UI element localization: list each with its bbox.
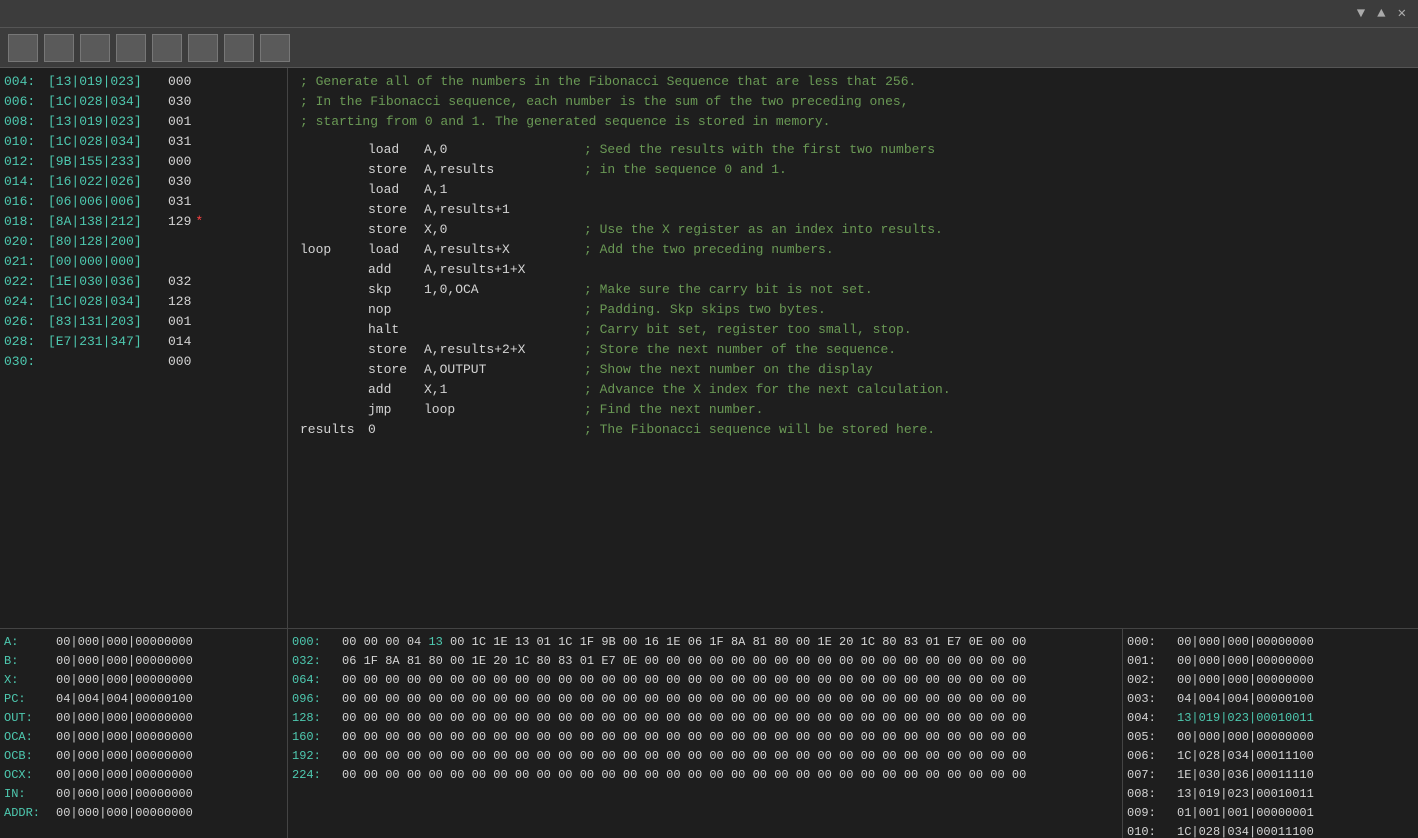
memory-row: 160: 00 00 00 00 00 00 00 00 00 00 00 00… (292, 728, 1118, 747)
code-line: storeX,0; Use the X register as an index… (296, 220, 1410, 240)
step-button[interactable] (224, 34, 254, 62)
disasm-row: 021:[00|000|000] (0, 252, 287, 272)
right-panel-row: 003: 04|004|004|00000100 (1127, 690, 1414, 709)
title-bar: ▼ ▲ ✕ (0, 0, 1418, 28)
right-panel-row: 007: 1E|030|036|00011110 (1127, 766, 1414, 785)
register-row: OCB:00|000|000|00000000 (4, 747, 283, 766)
disasm-row: 018:[8A|138|212] 129* (0, 212, 287, 232)
comment-line: ; Generate all of the numbers in the Fib… (296, 72, 1410, 92)
register-row: IN:00|000|000|00000000 (4, 785, 283, 804)
code-line: halt; Carry bit set, register too small,… (296, 320, 1410, 340)
register-row: ADDR:00|000|000|00000000 (4, 804, 283, 823)
disassembly-panel[interactable]: 004:[13|019|023] 000006:[1C|028|034] 030… (0, 68, 288, 628)
disasm-row: 016:[06|006|006] 031 (0, 192, 287, 212)
disasm-row: 012:[9B|155|233] 000 (0, 152, 287, 172)
registers-panel: A:00|000|000|00000000B:00|000|000|000000… (0, 629, 288, 838)
code-line: jmploop; Find the next number. (296, 400, 1410, 420)
right-panel-row: 004: 13|019|023|00010011 (1127, 709, 1414, 728)
disasm-row: 004:[13|019|023] 000 (0, 72, 287, 92)
register-row: B:00|000|000|00000000 (4, 652, 283, 671)
bottom-area: A:00|000|000|00000000B:00|000|000|000000… (0, 628, 1418, 838)
register-row: A:00|000|000|00000000 (4, 633, 283, 652)
disasm-row: 022:[1E|030|036] 032 (0, 272, 287, 292)
right-panel-row: 001: 00|000|000|00000000 (1127, 652, 1414, 671)
register-row: PC:04|004|004|00000100 (4, 690, 283, 709)
comment-line: ; starting from 0 and 1. The generated s… (296, 112, 1410, 132)
disasm-row: 020:[80|128|200] (0, 232, 287, 252)
memory-row: 192: 00 00 00 00 00 00 00 00 00 00 00 00… (292, 747, 1118, 766)
register-row: OUT:00|000|000|00000000 (4, 709, 283, 728)
disasm-row: 010:[1C|028|034] 031 (0, 132, 287, 152)
right-panel-row: 008: 13|019|023|00010011 (1127, 785, 1414, 804)
memory-panel[interactable]: 000: 00 00 00 04 13 00 1C 1E 13 01 1C 1F… (288, 629, 1123, 838)
disasm-row: 026:[83|131|203] 001 (0, 312, 287, 332)
memory-row: 000: 00 00 00 04 13 00 1C 1E 13 01 1C 1F… (292, 633, 1118, 652)
restart-button[interactable] (80, 34, 110, 62)
right-panel-row: 005: 00|000|000|00000000 (1127, 728, 1414, 747)
stop-button[interactable] (260, 34, 290, 62)
code-line: storeA,results; in the sequence 0 and 1. (296, 160, 1410, 180)
code-panel[interactable]: ; Generate all of the numbers in the Fib… (288, 68, 1418, 628)
register-row: X:00|000|000|00000000 (4, 671, 283, 690)
disasm-row: 028:[E7|231|347] 014 (0, 332, 287, 352)
code-line: storeA,results+1 (296, 200, 1410, 220)
code-line: addA,results+1+X (296, 260, 1410, 280)
right-panel-row: 009: 01|001|001|00000001 (1127, 804, 1414, 823)
code-line: results0; The Fibonacci sequence will be… (296, 420, 1410, 440)
register-row: OCX:00|000|000|00000000 (4, 766, 283, 785)
right-panel-row: 002: 00|000|000|00000000 (1127, 671, 1414, 690)
memory-row: 224: 00 00 00 00 00 00 00 00 00 00 00 00… (292, 766, 1118, 785)
load-button[interactable] (8, 34, 38, 62)
memory-row: 032: 06 1F 8A 81 80 00 1E 20 1C 80 83 01… (292, 652, 1118, 671)
disasm-row: 006:[1C|028|034] 030 (0, 92, 287, 112)
code-line: addX,1; Advance the X index for the next… (296, 380, 1410, 400)
code-line: storeA,results+2+X; Store the next numbe… (296, 340, 1410, 360)
code-line: storeA,OUTPUT; Show the next number on t… (296, 360, 1410, 380)
toolbar (0, 28, 1418, 68)
auto-button[interactable] (188, 34, 218, 62)
right-detail-panel[interactable]: 000: 00|000|000|00000000001: 00|000|000|… (1123, 629, 1418, 838)
close-button[interactable]: ✕ (1394, 5, 1410, 22)
run-button[interactable] (152, 34, 182, 62)
memory-row: 128: 00 00 00 00 00 00 00 00 00 00 00 00… (292, 709, 1118, 728)
maximize-button[interactable]: ▲ (1373, 6, 1389, 22)
memory-row: 096: 00 00 00 00 00 00 00 00 00 00 00 00… (292, 690, 1118, 709)
code-line: skp1,0,OCA; Make sure the carry bit is n… (296, 280, 1410, 300)
code-line: loadA,0; Seed the results with the first… (296, 140, 1410, 160)
code-line: loadA,1 (296, 180, 1410, 200)
memory-row: 064: 00 00 00 00 00 00 00 00 00 00 00 00… (292, 671, 1118, 690)
window-controls: ▼ ▲ ✕ (1353, 5, 1410, 22)
comment-line: ; In the Fibonacci sequence, each number… (296, 92, 1410, 112)
minimize-button[interactable]: ▼ (1353, 6, 1369, 22)
disasm-row: 014:[16|022|026] 030 (0, 172, 287, 192)
right-panel-row: 010: 1C|028|034|00011100 (1127, 823, 1414, 838)
right-panel-row: 000: 00|000|000|00000000 (1127, 633, 1414, 652)
disasm-row: 008:[13|019|023] 001 (0, 112, 287, 132)
disasm-row: 024:[1C|028|034] 128 (0, 292, 287, 312)
right-panel-row: 006: 1C|028|034|00011100 (1127, 747, 1414, 766)
code-line: looploadA,results+X; Add the two precedi… (296, 240, 1410, 260)
save-as-button[interactable] (44, 34, 74, 62)
code-line: nop; Padding. Skp skips two bytes. (296, 300, 1410, 320)
register-row: OCA:00|000|000|00000000 (4, 728, 283, 747)
disasm-row: 030:000 (0, 352, 287, 372)
clear-button[interactable] (116, 34, 146, 62)
main-area: 004:[13|019|023] 000006:[1C|028|034] 030… (0, 68, 1418, 628)
